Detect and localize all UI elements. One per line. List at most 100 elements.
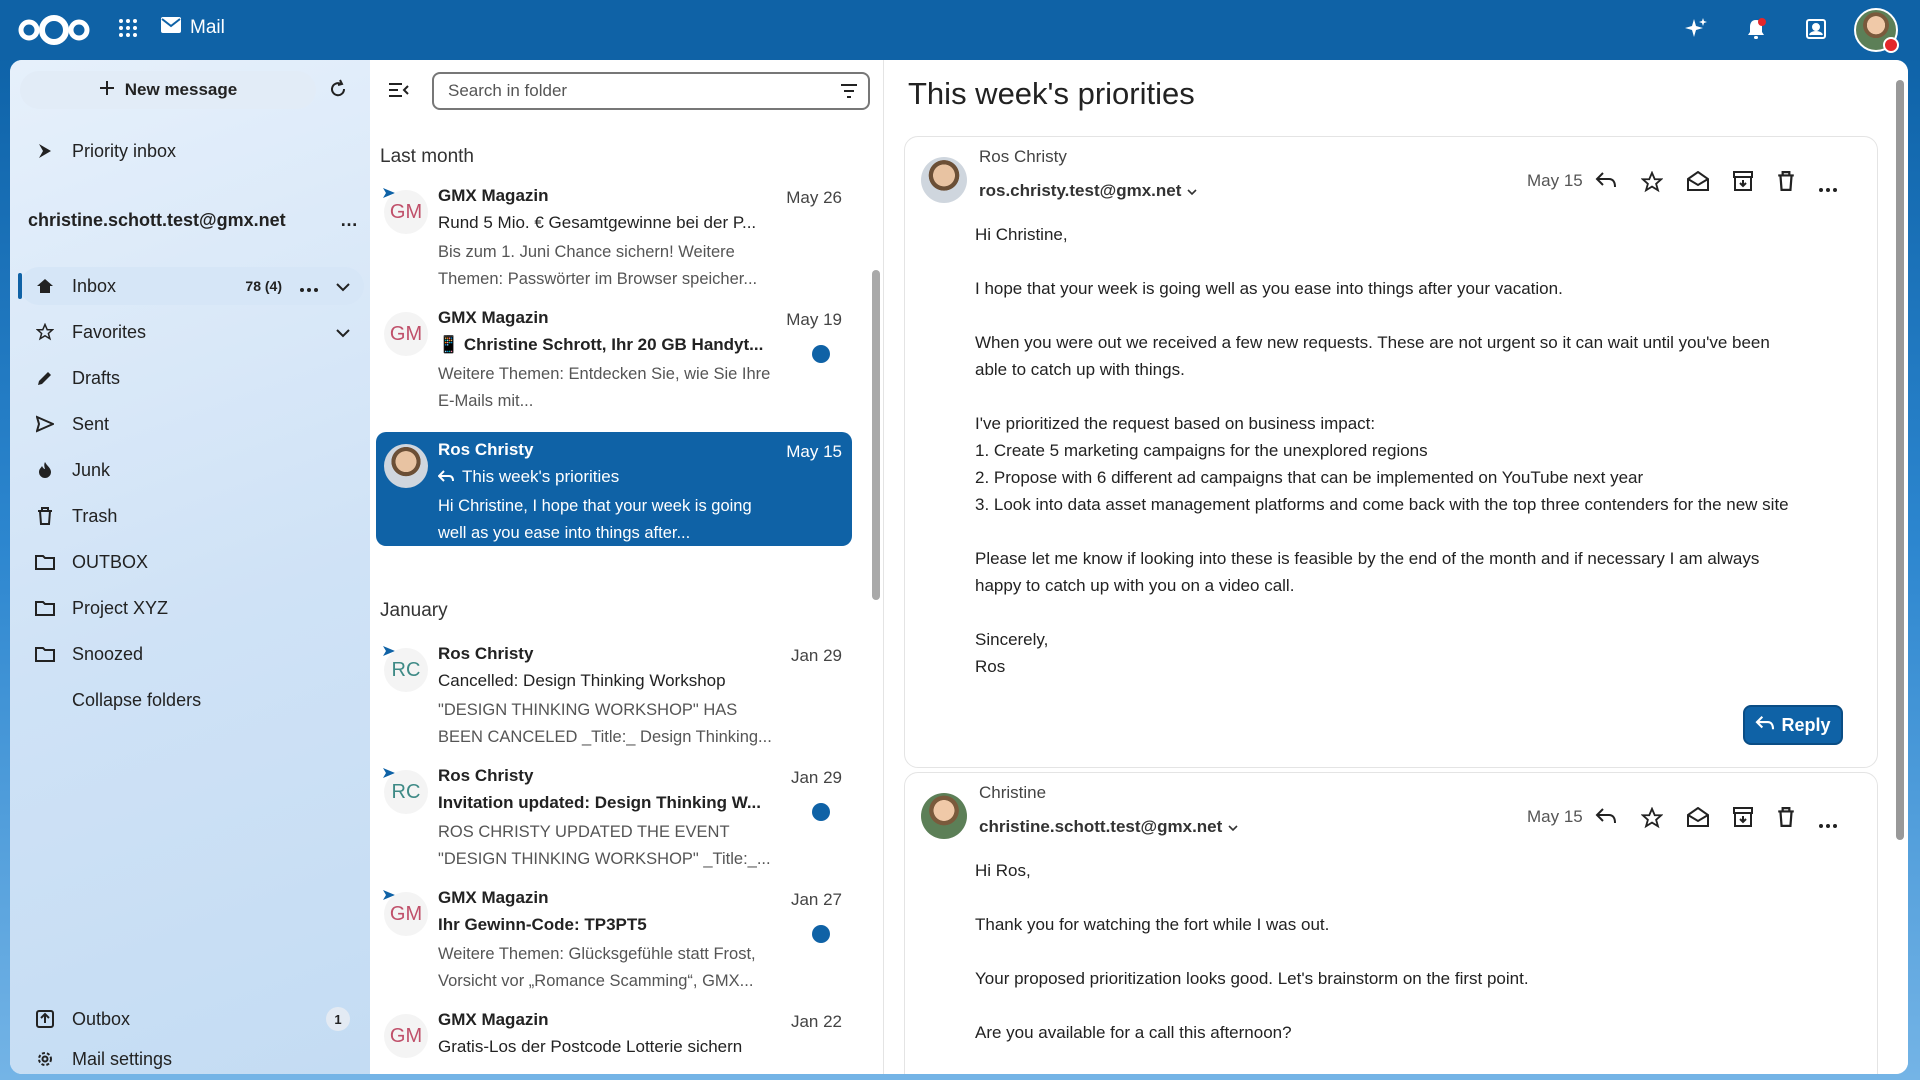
unread-dot-icon[interactable] <box>812 925 830 943</box>
star-icon[interactable] <box>1640 170 1664 198</box>
avatar: RC <box>384 648 428 692</box>
plus-icon <box>99 80 115 101</box>
sender-address[interactable]: ros.christy.test@gmx.net <box>979 181 1197 201</box>
message-date: May 26 <box>786 188 842 207</box>
sender-address-text: christine.schott.test@gmx.net <box>979 817 1223 836</box>
nextcloud-logo-icon[interactable] <box>16 14 92 51</box>
trash-icon <box>30 507 60 525</box>
sidebar-item-drafts[interactable]: Drafts <box>20 359 364 397</box>
outbox-icon <box>30 1010 60 1028</box>
notifications-bell-icon[interactable] <box>1744 17 1768 46</box>
sender-address[interactable]: christine.schott.test@gmx.net <box>979 817 1238 837</box>
body-line: Are you available for a call this aftern… <box>975 1023 1292 1042</box>
archive-icon[interactable] <box>1733 807 1753 834</box>
new-message-button[interactable]: New message <box>20 71 316 109</box>
trash-icon[interactable] <box>1777 807 1795 834</box>
mail-icon <box>160 16 182 40</box>
filter-icon[interactable] <box>840 83 858 104</box>
sidebar-item-junk[interactable]: Junk <box>20 451 364 489</box>
assistant-sparkle-icon[interactable] <box>1684 17 1708 46</box>
body-line: Please let me know if looking into these… <box>975 549 1760 568</box>
replied-icon <box>438 467 454 487</box>
send-icon <box>30 415 60 433</box>
unread-dot-icon[interactable] <box>812 803 830 821</box>
sidebar-item-favorites[interactable]: Favorites <box>20 313 364 351</box>
message-list: Search in folder Last month GM GMX Magaz… <box>370 60 884 1074</box>
message-date: May 15 <box>1527 807 1583 826</box>
sidebar-item-trash[interactable]: Trash <box>20 497 364 535</box>
reply-icon[interactable] <box>1595 171 1617 198</box>
app-menu-icon[interactable] <box>118 18 138 43</box>
list-item-selected[interactable]: Ros Christy May 15 This week's prioritie… <box>376 432 852 546</box>
toggle-sidebar-icon[interactable] <box>388 82 410 103</box>
trash-icon[interactable] <box>1777 171 1795 198</box>
sidebar-item-priority-inbox[interactable]: Priority inbox <box>20 132 364 170</box>
sidebar-item-sent[interactable]: Sent <box>20 405 364 443</box>
mark-read-envelope-icon[interactable] <box>1687 170 1709 198</box>
sidebar-item-label: Junk <box>72 459 111 480</box>
sender-name[interactable]: Ros Christy <box>979 147 1067 167</box>
message-preview: ROS CHRISTY UPDATED THE EVENT "DESIGN TH… <box>438 823 771 868</box>
list-item[interactable]: GM GMX Magazin Jan 27 Ihr Gewinn-Code: T… <box>376 880 852 994</box>
reply-label: Reply <box>1781 714 1831 735</box>
list-item[interactable]: RC Ros Christy Jan 29 Cancelled: Design … <box>376 636 852 750</box>
message-actions <box>1595 170 1837 198</box>
section-header: Last month <box>380 146 474 167</box>
section-header: January <box>380 600 448 621</box>
more-dots-icon[interactable] <box>1819 171 1837 198</box>
user-avatar[interactable] <box>1854 8 1899 53</box>
archive-icon[interactable] <box>1733 171 1753 198</box>
avatar: GM <box>384 312 428 356</box>
search-input[interactable]: Search in folder <box>432 72 870 110</box>
mail-app-link[interactable]: Mail <box>160 16 225 40</box>
collapse-folders-label: Collapse folders <box>72 689 202 710</box>
sidebar-item-snoozed[interactable]: Snoozed <box>20 635 364 673</box>
body-line: Sincerely, <box>975 630 1049 649</box>
account-more-icon[interactable]: … <box>340 210 358 231</box>
mail-settings-button[interactable]: Mail settings <box>20 1040 364 1074</box>
sidebar-item-project-xyz[interactable]: Project XYZ <box>20 589 364 627</box>
message-preview: Hi Christine, I hope that your week is g… <box>438 497 752 542</box>
sidebar-item-label: Inbox <box>72 275 117 296</box>
contacts-icon[interactable] <box>1804 17 1828 46</box>
body-line: Hi Ros, <box>975 861 1031 880</box>
folder-icon <box>30 554 60 570</box>
sender-name[interactable]: Christine <box>979 783 1046 803</box>
sidebar-item-outbox[interactable]: Outbox 1 <box>20 1000 364 1038</box>
unread-dot-icon[interactable] <box>812 345 830 363</box>
reply-icon <box>1755 715 1775 736</box>
chevron-down-icon[interactable] <box>336 322 350 343</box>
body-line: able to catch up with things. <box>975 360 1185 379</box>
message-body: Hi Ros, Thank you for watching the fort … <box>975 857 1529 1046</box>
more-dots-icon[interactable] <box>1819 807 1837 834</box>
reply-button[interactable]: Reply <box>1743 705 1843 745</box>
message-subject: This week's priorities <box>462 467 620 486</box>
list-item[interactable]: GM GMX Magazin Jan 22 Gratis-Los der Pos… <box>376 1002 852 1074</box>
message-sender: Ros Christy <box>438 644 534 663</box>
more-dots-icon[interactable] <box>300 276 318 297</box>
message-date: May 15 <box>786 442 842 461</box>
chevron-down-icon[interactable] <box>336 276 350 297</box>
list-item[interactable]: GM GMX Magazin May 26 Rund 5 Mio. € Gesa… <box>376 178 852 292</box>
star-icon[interactable] <box>1640 806 1664 834</box>
collapse-folders-button[interactable]: Collapse folders <box>20 681 364 719</box>
sidebar-item-label: Drafts <box>72 367 121 388</box>
list-item[interactable]: GM GMX Magazin May 19 📱 Christine Schrot… <box>376 300 852 414</box>
refresh-icon[interactable] <box>328 79 348 104</box>
avatar[interactable] <box>921 793 967 839</box>
account-header[interactable]: christine.schott.test@gmx.net … <box>28 210 358 231</box>
reading-pane: This week's priorities Ros Christy ros.c… <box>886 60 1908 1074</box>
list-scrollbar[interactable] <box>872 270 880 600</box>
avatar[interactable] <box>921 157 967 203</box>
app-window: New message Priority inbox christine.sch… <box>10 60 1908 1074</box>
list-item[interactable]: RC Ros Christy Jan 29 Invitation updated… <box>376 758 852 872</box>
body-line: Thank you for watching the fort while I … <box>975 915 1330 934</box>
mark-read-envelope-icon[interactable] <box>1687 806 1709 834</box>
reply-icon[interactable] <box>1595 807 1617 834</box>
reading-scrollbar[interactable] <box>1896 80 1904 840</box>
sidebar-item-outbox-folder[interactable]: OUTBOX <box>20 543 364 581</box>
message-sender: GMX Magazin <box>438 888 549 907</box>
message-sender: GMX Magazin <box>438 308 549 327</box>
chevron-down-icon <box>1187 181 1197 201</box>
sidebar-item-inbox[interactable]: Inbox 78 (4) <box>18 267 364 305</box>
